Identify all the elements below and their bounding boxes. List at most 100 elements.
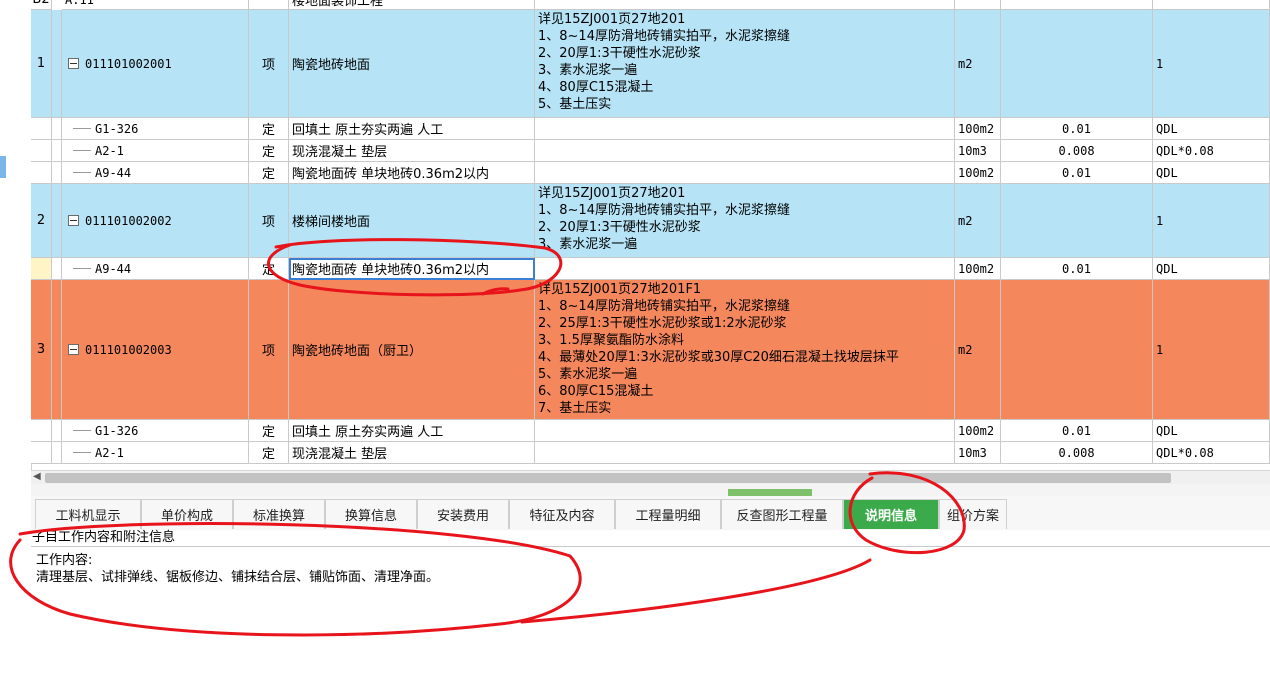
features-cell[interactable]	[535, 442, 955, 464]
features-cell[interactable]	[535, 162, 955, 184]
tab-6[interactable]: 工程量明细	[615, 499, 721, 529]
quota-sub-row[interactable]: A2-1 定现浇混凝土 垫层 10m3 0.008 QDL*0.08	[31, 442, 1270, 464]
type-cell[interactable]: 定	[249, 162, 289, 184]
quantity-cell[interactable]: 0.01	[1001, 162, 1153, 184]
code-cell[interactable]: 011101002001	[62, 10, 249, 118]
code-cell[interactable]: A9-44	[62, 162, 249, 184]
row-number[interactable]	[31, 258, 52, 280]
collapse-toggle-icon[interactable]	[68, 344, 79, 355]
code-cell[interactable]: 011101002002	[62, 184, 249, 258]
name-cell[interactable]: 回填土 原土夯实两遍 人工	[289, 118, 535, 140]
horizontal-scrollbar[interactable]: ◀	[31, 470, 1270, 485]
tab-9[interactable]: 组价方案	[939, 499, 1007, 529]
features-cell[interactable]: 详见15ZJ001页27地201F1 1、8~14厚防滑地砖铺实拍平，水泥浆擦缝…	[535, 280, 955, 420]
quota-sub-row[interactable]: G1-326 定回填土 原土夯实两遍 人工 100m2 0.01 QDL	[31, 420, 1270, 442]
row-number[interactable]	[31, 162, 52, 184]
bill-item-row[interactable]: 1 011101002001 项陶瓷地砖地面 详见15ZJ001页27地201 1、8…	[31, 10, 1270, 118]
code-cell[interactable]: G1-326	[62, 118, 249, 140]
section-header-row[interactable]: B2 A.11 楼地面装饰工程	[31, 0, 1270, 10]
quantity-cell[interactable]: 0.008	[1001, 442, 1153, 464]
code-cell[interactable]: A2-1	[62, 140, 249, 162]
collapse-toggle-icon[interactable]	[68, 58, 79, 69]
bill-item-row[interactable]: 2 011101002002 项楼梯间楼地面 详见15ZJ001页27地201 1、8…	[31, 184, 1270, 258]
expression-cell[interactable]: QDL	[1153, 162, 1270, 184]
name-cell[interactable]: 楼梯间楼地面	[289, 184, 535, 258]
splitter-grip[interactable]	[728, 489, 812, 496]
tab-0[interactable]: 工料机显示	[35, 499, 141, 529]
expression-cell[interactable]: 1	[1153, 184, 1270, 258]
code-cell[interactable]: A2-1	[62, 442, 249, 464]
name-cell[interactable]: 陶瓷地面砖 单块地砖0.36m2以内	[289, 258, 535, 280]
tab-4[interactable]: 安装费用	[417, 499, 509, 529]
features-cell[interactable]: 详见15ZJ001页27地201 1、8~14厚防滑地砖铺实拍平，水泥浆擦缝 2…	[535, 184, 955, 258]
name-cell[interactable]: 陶瓷地砖地面（厨卫）	[289, 280, 535, 420]
type-cell[interactable]: 项	[249, 280, 289, 420]
row-number[interactable]	[31, 118, 52, 140]
expression-cell[interactable]: QDL	[1153, 420, 1270, 442]
row-number[interactable]	[31, 420, 52, 442]
quota-sub-row[interactable]: A9-44 定陶瓷地面砖 单块地砖0.36m2以内 100m2 0.01 QDL	[31, 162, 1270, 184]
type-cell[interactable]: 定	[249, 118, 289, 140]
unit-cell[interactable]: 100m2	[955, 162, 1001, 184]
expression-cell[interactable]: 1	[1153, 10, 1270, 118]
quota-sub-row[interactable]: A2-1 定现浇混凝土 垫层 10m3 0.008 QDL*0.08	[31, 140, 1270, 162]
quantity-cell[interactable]: 0.008	[1001, 140, 1153, 162]
scroll-left-arrow-icon[interactable]: ◀	[33, 471, 41, 482]
expression-cell[interactable]: QDL	[1153, 118, 1270, 140]
features-cell[interactable]	[535, 140, 955, 162]
tab-5[interactable]: 特征及内容	[509, 499, 615, 529]
type-cell[interactable]: 项	[249, 184, 289, 258]
unit-cell[interactable]: 100m2	[955, 420, 1001, 442]
tab-7[interactable]: 反查图形工程量	[721, 499, 843, 529]
unit-cell[interactable]: 10m3	[955, 140, 1001, 162]
tab-8[interactable]: 说明信息	[843, 499, 939, 529]
unit-cell[interactable]: 10m3	[955, 442, 1001, 464]
expression-cell[interactable]: QDL	[1153, 258, 1270, 280]
type-cell[interactable]: 定	[249, 258, 289, 280]
row-number[interactable]	[31, 140, 52, 162]
tab-3[interactable]: 换算信息	[325, 499, 417, 529]
collapse-toggle-icon[interactable]	[68, 215, 79, 226]
name-cell[interactable]: 现浇混凝土 垫层	[289, 442, 535, 464]
type-cell[interactable]: 定	[249, 420, 289, 442]
scrollbar-thumb[interactable]	[45, 473, 1171, 483]
code-cell[interactable]: A9-44	[62, 258, 249, 280]
features-cell[interactable]	[535, 258, 955, 280]
quantity-cell[interactable]	[1001, 184, 1153, 258]
features-cell[interactable]	[535, 420, 955, 442]
features-cell[interactable]: 详见15ZJ001页27地201 1、8~14厚防滑地砖铺实拍平，水泥浆擦缝 2…	[535, 10, 955, 118]
quantity-cell[interactable]	[1001, 10, 1153, 118]
code-cell[interactable]: G1-326	[62, 420, 249, 442]
row-number[interactable]: 3	[31, 280, 52, 420]
quantity-cell[interactable]: 0.01	[1001, 420, 1153, 442]
row-number[interactable]: 2	[31, 184, 52, 258]
unit-cell[interactable]: m2	[955, 280, 1001, 420]
name-cell[interactable]: 陶瓷地砖地面	[289, 10, 535, 118]
unit-cell[interactable]: 100m2	[955, 118, 1001, 140]
tab-2[interactable]: 标准换算	[233, 499, 325, 529]
unit-cell[interactable]: 100m2	[955, 258, 1001, 280]
type-cell[interactable]: 定	[249, 442, 289, 464]
unit-cell[interactable]: m2	[955, 184, 1001, 258]
expression-cell[interactable]: 1	[1153, 280, 1270, 420]
name-cell[interactable]: 陶瓷地面砖 单块地砖0.36m2以内	[289, 162, 535, 184]
quantity-cell[interactable]: 0.01	[1001, 258, 1153, 280]
panel-splitter[interactable]	[31, 484, 1270, 496]
name-cell[interactable]: 回填土 原土夯实两遍 人工	[289, 420, 535, 442]
features-cell[interactable]	[535, 118, 955, 140]
bill-item-row[interactable]: 3 011101002003 项陶瓷地砖地面（厨卫） 详见15ZJ001页27地201…	[31, 280, 1270, 420]
unit-cell[interactable]: m2	[955, 10, 1001, 118]
expression-cell[interactable]: QDL*0.08	[1153, 140, 1270, 162]
quota-sub-row[interactable]: G1-326 定回填土 原土夯实两遍 人工 100m2 0.01 QDL	[31, 118, 1270, 140]
name-cell[interactable]: 现浇混凝土 垫层	[289, 140, 535, 162]
tab-1[interactable]: 单价构成	[141, 499, 233, 529]
type-cell[interactable]: 项	[249, 10, 289, 118]
row-number[interactable]	[31, 442, 52, 464]
row-number[interactable]: 1	[31, 10, 52, 118]
quantity-cell[interactable]: 0.01	[1001, 118, 1153, 140]
type-cell[interactable]: 定	[249, 140, 289, 162]
quantity-cell[interactable]	[1001, 280, 1153, 420]
expression-cell[interactable]: QDL*0.08	[1153, 442, 1270, 464]
quota-sub-row[interactable]: A9-44 定陶瓷地面砖 单块地砖0.36m2以内 100m2 0.01 QDL	[31, 258, 1270, 280]
code-cell[interactable]: 011101002003	[62, 280, 249, 420]
